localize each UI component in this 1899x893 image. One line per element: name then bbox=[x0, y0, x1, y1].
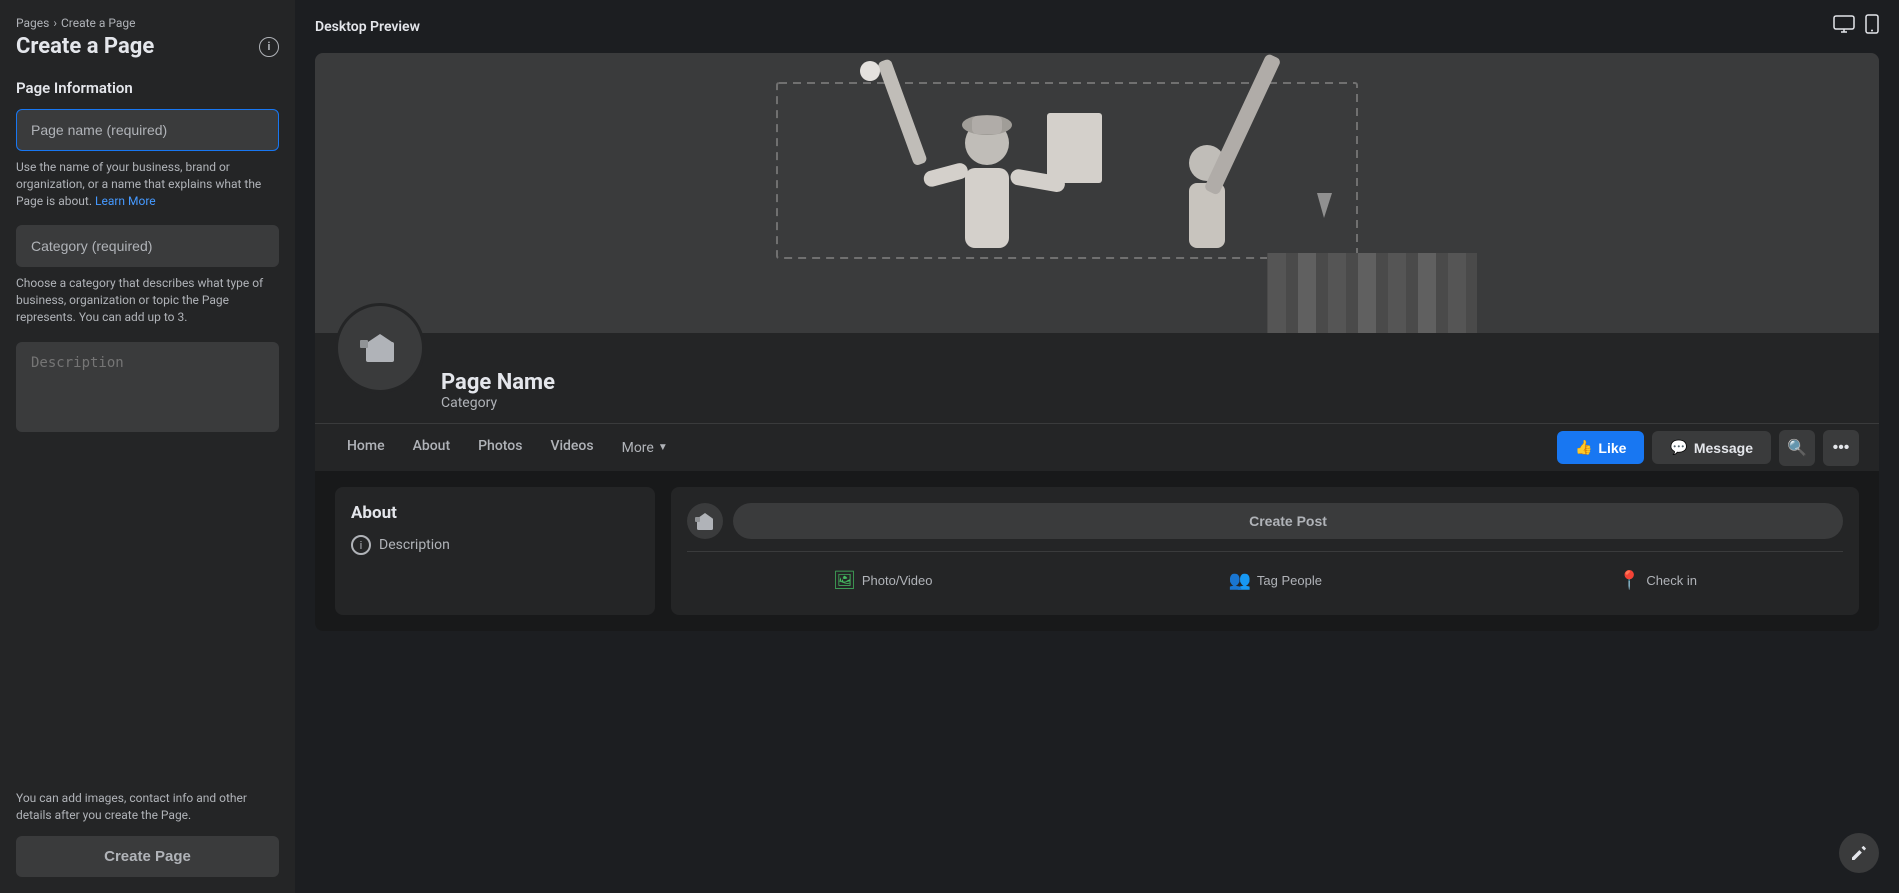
preview-header: Desktop Preview bbox=[295, 0, 1899, 53]
about-card: About i Description bbox=[335, 487, 655, 615]
more-options-button[interactable]: ••• bbox=[1823, 430, 1859, 466]
tag-people-button[interactable]: 👥 Tag People bbox=[1216, 562, 1333, 599]
message-icon: 💬 bbox=[1670, 439, 1687, 456]
page-meta: Page Name Category bbox=[441, 370, 1859, 423]
breadcrumb-current: Create a Page bbox=[61, 16, 136, 30]
breadcrumb: Pages › Create a Page bbox=[16, 16, 279, 30]
page-information-label: Page Information bbox=[16, 79, 279, 97]
photo-video-icon: 🖼 bbox=[833, 570, 856, 591]
right-panel: Desktop Preview bbox=[295, 0, 1899, 893]
fb-nav-actions: 👍 Like 💬 Message 🔍 ••• bbox=[1557, 430, 1859, 466]
page-name-display: Page Name bbox=[441, 370, 1859, 395]
left-panel: Pages › Create a Page Create a Page i Pa… bbox=[0, 0, 295, 893]
tag-people-icon: 👥 bbox=[1228, 570, 1250, 591]
page-avatar bbox=[335, 303, 425, 393]
page-title-info-icon[interactable]: i bbox=[259, 37, 279, 57]
about-desc-icon: i bbox=[351, 535, 371, 555]
nav-photos[interactable]: Photos bbox=[466, 424, 534, 471]
page-title: Create a Page i bbox=[16, 34, 279, 59]
desktop-preview-icon[interactable] bbox=[1833, 15, 1855, 38]
bottom-right-edit-icon[interactable] bbox=[1839, 833, 1879, 873]
message-button[interactable]: 💬 Message bbox=[1652, 431, 1771, 464]
preview-icons bbox=[1833, 14, 1879, 39]
description-textarea[interactable] bbox=[16, 342, 279, 432]
fb-content: About i Description bbox=[315, 471, 1879, 631]
chevron-down-icon: ▼ bbox=[658, 442, 668, 453]
breadcrumb-separator: › bbox=[53, 16, 57, 30]
about-card-title: About bbox=[351, 503, 639, 523]
create-post-button[interactable]: Create Post bbox=[733, 503, 1843, 539]
nav-more[interactable]: More ▼ bbox=[610, 426, 680, 470]
about-desc-row: i Description bbox=[351, 535, 639, 555]
search-icon: 🔍 bbox=[1787, 438, 1807, 458]
nav-about[interactable]: About bbox=[401, 424, 463, 471]
bottom-note: You can add images, contact info and oth… bbox=[16, 790, 279, 824]
nav-videos[interactable]: Videos bbox=[538, 424, 605, 471]
photo-video-button[interactable]: 🖼 Photo/Video bbox=[821, 562, 944, 599]
learn-more-link[interactable]: Learn More bbox=[95, 194, 156, 208]
category-hint: Choose a category that describes what ty… bbox=[16, 275, 279, 325]
check-in-icon: 📍 bbox=[1618, 570, 1640, 591]
about-description-text: Description bbox=[379, 537, 450, 553]
page-category-display: Category bbox=[441, 395, 1859, 411]
fb-page-preview: Page Name Category Home About Photos Vid… bbox=[315, 53, 1879, 631]
page-title-text: Create a Page bbox=[16, 34, 154, 59]
post-avatar bbox=[687, 503, 723, 539]
page-info-bar: Page Name Category bbox=[315, 333, 1879, 423]
mobile-preview-icon[interactable] bbox=[1865, 14, 1879, 39]
nav-home[interactable]: Home bbox=[335, 424, 397, 471]
like-thumb-icon: 👍 bbox=[1575, 439, 1592, 456]
post-actions: 🖼 Photo/Video 👥 Tag People 📍 Check in bbox=[687, 551, 1843, 599]
ellipsis-icon: ••• bbox=[1833, 439, 1850, 457]
create-post-header: Create Post bbox=[687, 503, 1843, 539]
preview-title: Desktop Preview bbox=[315, 19, 420, 35]
create-post-card: Create Post 🖼 Photo/Video 👥 Tag People 📍… bbox=[671, 487, 1859, 615]
search-nav-button[interactable]: 🔍 bbox=[1779, 430, 1815, 466]
category-select[interactable]: Category (required) bbox=[16, 225, 279, 267]
page-name-hint: Use the name of your business, brand or … bbox=[16, 159, 279, 209]
fb-nav-links: Home About Photos Videos More ▼ bbox=[335, 424, 680, 471]
breadcrumb-parent[interactable]: Pages bbox=[16, 16, 49, 30]
check-in-button[interactable]: 📍 Check in bbox=[1606, 562, 1709, 599]
cover-photo bbox=[315, 53, 1879, 333]
fb-nav: Home About Photos Videos More ▼ 👍 Like 💬… bbox=[315, 423, 1879, 471]
page-name-input[interactable] bbox=[16, 109, 279, 151]
like-button[interactable]: 👍 Like bbox=[1557, 431, 1644, 464]
create-page-button[interactable]: Create Page bbox=[16, 836, 279, 877]
